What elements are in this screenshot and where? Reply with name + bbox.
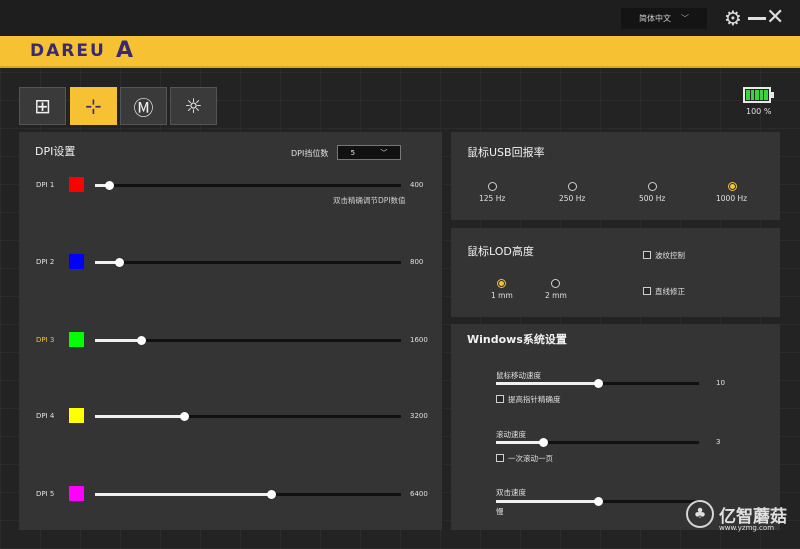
watermark-url: www.yzmg.com — [719, 524, 775, 532]
mode-button-macro[interactable]: Ⓜ — [120, 87, 167, 125]
dpi-color-swatch[interactable] — [69, 408, 84, 423]
dpi-move-icon: ⊹ — [85, 94, 102, 118]
slider-fill — [496, 382, 598, 385]
double-click-slow-label: 慢 — [496, 507, 504, 516]
dpi-value: 1600 — [410, 336, 428, 344]
pointer-speed-slider[interactable] — [496, 379, 699, 388]
slider-fill — [496, 441, 543, 444]
usb-rate-label: 125 Hz — [479, 194, 506, 203]
scroll-speed-slider[interactable] — [496, 438, 699, 447]
mushroom-logo-icon: ♣ — [686, 500, 714, 528]
dpi-color-swatch[interactable] — [69, 254, 84, 269]
slider-thumb[interactable] — [136, 336, 146, 345]
brightness-icon: ☼ — [184, 94, 203, 118]
chevron-down-icon: ﹀ — [681, 14, 689, 23]
usb-rate-title: 鼠标USB回报率 — [467, 146, 545, 159]
usb-rate-label: 500 Hz — [639, 194, 666, 203]
slider-thumb[interactable] — [179, 412, 189, 421]
battery-level: 100 % — [746, 107, 772, 116]
angle-snap-checkbox[interactable] — [643, 287, 651, 295]
dpi-value: 400 — [410, 181, 424, 189]
dpi-color-swatch[interactable] — [69, 486, 84, 501]
lod-title: 鼠标LOD高度 — [467, 245, 534, 258]
dpi-count-value: 5 — [350, 148, 356, 157]
usb-rate-radio[interactable] — [488, 182, 497, 191]
scroll-page-checkbox[interactable] — [496, 454, 504, 462]
battery-icon — [743, 87, 774, 103]
dpi-row-label: DPI 5 — [36, 490, 55, 498]
usb-rate-label: 1000 Hz — [716, 194, 748, 203]
mode-button-dpi[interactable]: ⊹ — [70, 87, 117, 125]
dpi-value: 3200 — [410, 412, 428, 420]
dpi-value: 6400 — [410, 490, 428, 498]
dpi-count-label: DPI挡位数 — [291, 149, 329, 158]
usb-rate-label: 250 Hz — [559, 194, 586, 203]
slider-thumb[interactable] — [538, 438, 548, 447]
dpi-hint: 双击精确调节DPI数值 — [333, 196, 406, 205]
dpi-color-swatch[interactable] — [69, 177, 84, 192]
scroll-speed-value: 3 — [716, 438, 721, 446]
lod-radio-2mm[interactable] — [551, 279, 560, 288]
pointer-speed-label: 鼠标移动速度 — [496, 371, 541, 380]
windows-settings-title: Windows系统设置 — [467, 333, 567, 346]
slider-thumb[interactable] — [104, 181, 114, 190]
dpi-color-swatch[interactable] — [69, 332, 84, 347]
ripple-control-checkbox[interactable] — [643, 251, 651, 259]
double-click-label: 双击速度 — [496, 488, 526, 497]
macro-m-icon: Ⓜ — [133, 95, 154, 120]
gear-icon[interactable]: ⚙ — [724, 7, 742, 29]
dpi-row-label: DPI 2 — [36, 258, 55, 266]
lod-radio-1mm[interactable] — [497, 279, 506, 288]
dpi-slider[interactable] — [95, 336, 401, 345]
dpi-slider[interactable] — [95, 258, 401, 267]
pointer-speed-value: 10 — [716, 379, 725, 387]
slider-fill — [95, 493, 271, 496]
dpi-panel-title: DPI设置 — [35, 145, 76, 158]
slider-fill — [496, 500, 598, 503]
precision-label: 提高指针精确度 — [508, 395, 561, 404]
brand-bar: DAREU A — [0, 36, 800, 68]
dpi-row-label: DPI 3 — [36, 336, 55, 344]
dpi-row-label: DPI 4 — [36, 412, 55, 420]
chevron-down-icon: ﹀ — [380, 148, 388, 157]
usb-rate-radio[interactable] — [568, 182, 577, 191]
dpi-slider[interactable] — [95, 181, 401, 190]
dpi-row-label: DPI 1 — [36, 181, 55, 189]
dareu-logo: DAREU — [30, 41, 106, 61]
minimize-icon[interactable] — [748, 17, 766, 20]
angle-snap-label: 直线修正 — [655, 287, 685, 296]
ripple-control-label: 波纹控制 — [655, 251, 685, 260]
dpi-value: 800 — [410, 258, 424, 266]
lod-label-1mm: 1 mm — [491, 291, 513, 300]
usb-rate-radio[interactable] — [648, 182, 657, 191]
slider-thumb[interactable] — [593, 497, 603, 506]
precision-checkbox[interactable] — [496, 395, 504, 403]
usb-rate-radio[interactable] — [728, 182, 737, 191]
slider-thumb[interactable] — [593, 379, 603, 388]
plus-box-icon: ⊞ — [34, 94, 51, 118]
close-icon[interactable]: ✕ — [766, 7, 784, 29]
mode-button-lighting[interactable]: ☼ — [170, 87, 217, 125]
dareu-logo-mark: A — [116, 38, 134, 63]
scroll-speed-label: 滚动速度 — [496, 430, 526, 439]
lod-panel — [451, 228, 780, 317]
slider-fill — [95, 339, 141, 342]
dpi-count-select[interactable]: 5 ﹀ — [337, 145, 401, 160]
scroll-page-label: 一次滚动一页 — [508, 454, 553, 463]
double-click-slider[interactable] — [496, 497, 699, 506]
dpi-slider[interactable] — [95, 412, 401, 421]
language-value: 简体中文 — [639, 14, 671, 23]
dpi-slider[interactable] — [95, 490, 401, 499]
mode-button-plus[interactable]: ⊞ — [19, 87, 66, 125]
language-select[interactable]: 简体中文 ﹀ — [621, 8, 707, 29]
lod-label-2mm: 2 mm — [545, 291, 567, 300]
slider-thumb[interactable] — [266, 490, 276, 499]
slider-fill — [95, 415, 184, 418]
